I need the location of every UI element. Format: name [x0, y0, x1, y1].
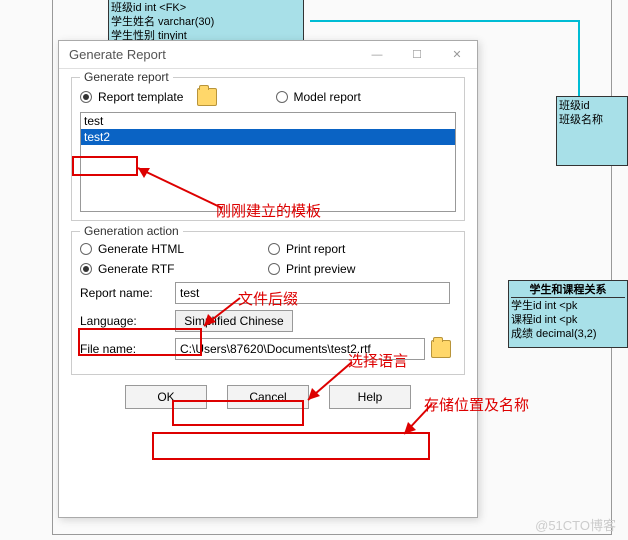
db-row: 班级id	[559, 99, 625, 113]
db-entity-relation: 学生和课程关系 学生id int <pk 课程id int <pk 成绩 dec…	[508, 280, 628, 348]
folder-icon[interactable]	[197, 88, 217, 106]
radio-generate-html[interactable]	[80, 243, 92, 255]
help-button[interactable]: Help	[329, 385, 411, 409]
group-legend: Generation action	[80, 224, 183, 238]
minimize-button[interactable]: —	[357, 41, 397, 69]
close-button[interactable]: ✕	[437, 41, 477, 69]
radio-generate-rtf[interactable]	[80, 263, 92, 275]
generate-report-dialog: Generate Report — ☐ ✕ Generate report Re…	[58, 40, 478, 518]
browse-folder-icon[interactable]	[431, 340, 451, 358]
radio-label: Generate RTF	[98, 262, 174, 276]
relation-line	[310, 20, 580, 22]
file-name-input[interactable]	[175, 338, 425, 360]
list-item[interactable]: test	[81, 113, 455, 129]
template-listbox[interactable]: test test2	[80, 112, 456, 212]
language-label: Language:	[80, 314, 175, 328]
generate-report-group: Generate report Report template Model re…	[71, 77, 465, 221]
radio-label: Generate HTML	[98, 242, 184, 256]
report-name-input[interactable]	[175, 282, 450, 304]
cancel-button[interactable]: Cancel	[227, 385, 309, 409]
db-row: 学生姓名 varchar(30)	[111, 15, 301, 29]
ok-button[interactable]: OK	[125, 385, 207, 409]
db-row: 成绩 decimal(3,2)	[511, 327, 625, 341]
generation-action-group: Generation action Generate HTML Print re…	[71, 231, 465, 375]
radio-label: Print preview	[286, 262, 355, 276]
watermark: @51CTO博客	[535, 515, 616, 534]
db-row: 班级id int <FK>	[111, 1, 301, 15]
db-entity-student: 班级id int <FK> 学生姓名 varchar(30) 学生性别 tiny…	[108, 0, 304, 43]
file-name-label: File name:	[80, 342, 175, 356]
radio-print-report[interactable]	[268, 243, 280, 255]
maximize-button[interactable]: ☐	[397, 41, 437, 69]
radio-label: Report template	[98, 90, 183, 104]
radio-model-report[interactable]	[276, 91, 288, 103]
db-entity-class: 班级id 班级名称	[556, 96, 628, 166]
radio-print-preview[interactable]	[268, 263, 280, 275]
relation-arrow	[578, 20, 580, 98]
radio-report-template[interactable]	[80, 91, 92, 103]
dialog-title: Generate Report	[69, 47, 166, 62]
dialog-titlebar[interactable]: Generate Report — ☐ ✕	[59, 41, 477, 69]
list-item[interactable]: test2	[81, 129, 455, 145]
group-legend: Generate report	[80, 70, 173, 84]
db-row: 课程id int <pk	[511, 313, 625, 327]
db-row: 学生id int <pk	[511, 299, 625, 313]
db-entity-title: 学生和课程关系	[511, 283, 625, 298]
db-row: 班级名称	[559, 113, 625, 127]
radio-label: Model report	[294, 90, 361, 104]
radio-label: Print report	[286, 242, 345, 256]
language-input[interactable]	[175, 310, 293, 332]
report-name-label: Report name:	[80, 286, 175, 300]
